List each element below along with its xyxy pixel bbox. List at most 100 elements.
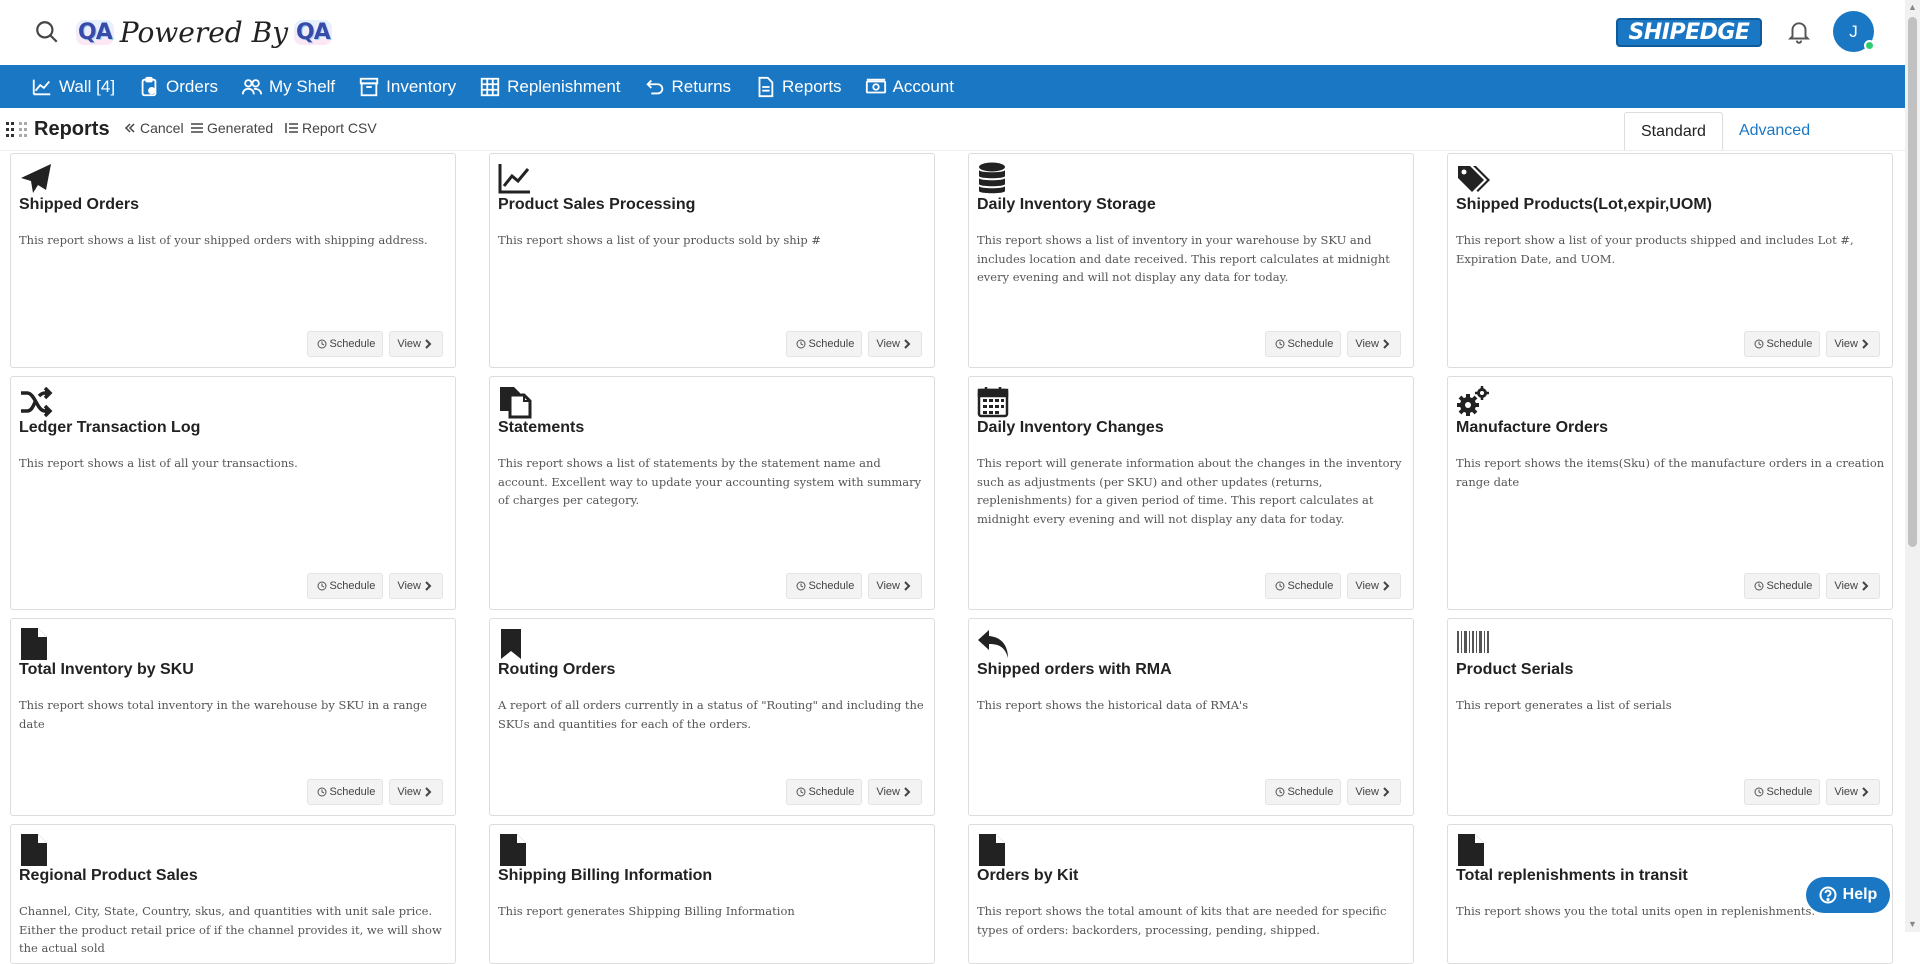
report-description: A report of all orders currently in a st…: [498, 698, 924, 731]
schedule-button[interactable]: Schedule: [1265, 779, 1342, 805]
view-button[interactable]: View: [868, 331, 922, 357]
database-icon: [979, 162, 1005, 194]
cancel-link[interactable]: Cancel: [123, 120, 184, 136]
report-card-statements: Statements This report shows a list of s…: [489, 376, 935, 610]
report-card-product-serials: Product Serials This report generates a …: [1447, 618, 1893, 816]
page-scrollbar[interactable]: ▲ ▼: [1905, 0, 1920, 932]
view-button[interactable]: View: [868, 779, 922, 805]
nav-item-orders[interactable]: Orders: [138, 76, 218, 98]
scroll-up-arrow-icon[interactable]: ▲: [1905, 0, 1920, 15]
nav-item-reports[interactable]: Reports: [754, 76, 842, 98]
schedule-label: Schedule: [1766, 580, 1813, 592]
users-icon: [241, 78, 263, 94]
shipedge-logo[interactable]: SHIPEDGE: [1616, 18, 1762, 47]
nav-label: Replenishment: [507, 76, 621, 96]
view-button[interactable]: View: [389, 573, 443, 599]
report-card-shipped-orders-with-rma: Shipped orders with RMA This report show…: [968, 618, 1414, 816]
schedule-button[interactable]: Schedule: [1744, 331, 1821, 357]
report-type-tabs: Standard Advanced: [1624, 112, 1826, 150]
chevron-right-icon: [904, 787, 911, 797]
schedule-label: Schedule: [1766, 786, 1813, 798]
chevron-right-icon: [1383, 787, 1390, 797]
list-icon: [191, 123, 203, 133]
report-csv-label: Report CSV: [302, 120, 377, 136]
schedule-button[interactable]: Schedule: [1265, 573, 1342, 599]
file-icon: [500, 834, 526, 866]
scroll-thumb[interactable]: [1908, 17, 1917, 547]
tab-standard[interactable]: Standard: [1624, 112, 1723, 150]
nav-item-returns[interactable]: Returns: [644, 76, 731, 98]
schedule-label: Schedule: [1287, 338, 1334, 350]
schedule-label: Schedule: [808, 338, 855, 350]
chart-line-icon: [32, 79, 51, 95]
view-button[interactable]: View: [389, 779, 443, 805]
chevron-right-icon: [1862, 339, 1869, 349]
view-button[interactable]: View: [389, 331, 443, 357]
report-actions: Schedule View: [307, 779, 443, 805]
chart-line-icon: [498, 164, 530, 194]
double-chevron-left-icon: [124, 123, 135, 133]
clock-icon: [1754, 581, 1764, 591]
clock-icon: [796, 787, 806, 797]
report-title: Regional Product Sales: [19, 867, 198, 884]
nav-item-account[interactable]: Account: [865, 76, 954, 98]
report-title: Shipped Products(Lot,expir,UOM): [1456, 196, 1713, 213]
view-button[interactable]: View: [868, 573, 922, 599]
nav-item-inventory[interactable]: Inventory: [358, 76, 456, 98]
report-csv-link[interactable]: Report CSV: [285, 120, 377, 136]
schedule-button[interactable]: Schedule: [786, 331, 863, 357]
report-description: This report shows the total amount of ki…: [977, 904, 1387, 937]
report-card-manufacture-orders: Manufacture Orders This report shows the…: [1447, 376, 1893, 610]
schedule-label: Schedule: [1766, 338, 1813, 350]
chevron-right-icon: [1383, 339, 1390, 349]
search-icon[interactable]: [34, 19, 60, 45]
bell-icon[interactable]: [1786, 18, 1812, 46]
scroll-down-arrow-icon[interactable]: ▼: [1905, 917, 1920, 932]
avatar[interactable]: J: [1833, 11, 1875, 52]
report-card-total-inventory-by-sku: Total Inventory by SKU This report shows…: [10, 618, 456, 816]
schedule-button[interactable]: Schedule: [307, 331, 384, 357]
nav-item-wall[interactable]: Wall [4]: [31, 76, 115, 98]
view-label: View: [1834, 580, 1858, 592]
apps-grid-icon[interactable]: [6, 121, 30, 139]
tab-advanced[interactable]: Advanced: [1723, 112, 1826, 150]
report-actions: Schedule View: [786, 779, 922, 805]
schedule-button[interactable]: Schedule: [307, 573, 384, 599]
list-ol-icon: [285, 123, 298, 133]
generated-link[interactable]: Generated: [190, 120, 273, 136]
chevron-right-icon: [1862, 581, 1869, 591]
brand-logo[interactable]: QA Powered By QA: [76, 12, 332, 52]
nav-item-my-shelf[interactable]: My Shelf: [241, 76, 335, 98]
schedule-button[interactable]: Schedule: [786, 779, 863, 805]
schedule-button[interactable]: Schedule: [307, 779, 384, 805]
view-button[interactable]: View: [1347, 331, 1401, 357]
view-label: View: [876, 580, 900, 592]
grid-icon: [480, 77, 500, 96]
view-button[interactable]: View: [1826, 779, 1880, 805]
schedule-button[interactable]: Schedule: [1744, 573, 1821, 599]
paper-plane-icon: [21, 164, 51, 193]
view-button[interactable]: View: [1347, 573, 1401, 599]
schedule-button[interactable]: Schedule: [1744, 779, 1821, 805]
report-description: This report show a list of your products…: [1456, 233, 1854, 266]
view-label: View: [1834, 338, 1858, 350]
cancel-label: Cancel: [140, 120, 184, 136]
view-button[interactable]: View: [1826, 573, 1880, 599]
view-button[interactable]: View: [1347, 779, 1401, 805]
view-label: View: [1355, 786, 1379, 798]
powered-by-text: Powered By: [119, 15, 289, 49]
schedule-label: Schedule: [329, 580, 376, 592]
help-button[interactable]: Help: [1806, 877, 1890, 913]
qa-logo-right: QA: [294, 19, 332, 45]
report-actions: Schedule View: [307, 573, 443, 599]
document-icon: [758, 76, 774, 97]
report-description: This report shows a list of your product…: [498, 233, 822, 247]
view-button[interactable]: View: [1826, 331, 1880, 357]
schedule-button[interactable]: Schedule: [786, 573, 863, 599]
nav-item-replenishment[interactable]: Replenishment: [479, 76, 621, 98]
schedule-label: Schedule: [808, 580, 855, 592]
report-card-orders-by-kit: Orders by Kit This report shows the tota…: [968, 824, 1414, 964]
page-title: Reports: [6, 118, 110, 141]
nav-label: Orders: [166, 76, 219, 96]
schedule-button[interactable]: Schedule: [1265, 331, 1342, 357]
